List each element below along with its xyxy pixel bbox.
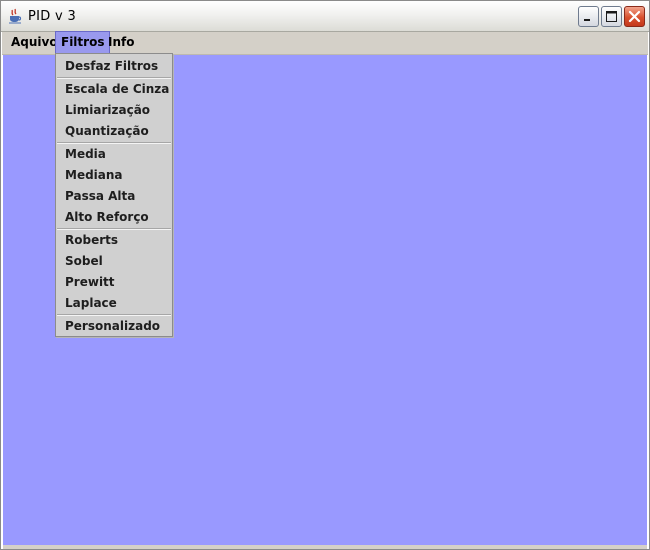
- menu-filtros[interactable]: Filtros: [54, 31, 111, 54]
- title-bar[interactable]: PID v 3: [1, 1, 649, 32]
- menu-item-sobel[interactable]: Sobel: [56, 251, 172, 272]
- maximize-icon: [606, 11, 617, 22]
- menu-item-personalizado[interactable]: Personalizado: [56, 316, 172, 337]
- maximize-button[interactable]: [601, 6, 622, 27]
- menu-bar: Aquivo Filtros Info: [2, 31, 648, 55]
- window-bottom-border: [3, 545, 647, 549]
- filtros-dropdown-menu: Desfaz Filtros Escala de Cinza Limiariza…: [55, 53, 173, 337]
- close-button[interactable]: [624, 6, 645, 27]
- java-coffee-icon: [9, 8, 22, 24]
- menu-item-escala-de-cinza[interactable]: Escala de Cinza: [56, 79, 172, 100]
- menu-item-media[interactable]: Media: [56, 144, 172, 165]
- menu-item-prewitt[interactable]: Prewitt: [56, 272, 172, 293]
- close-icon: [628, 10, 641, 23]
- menu-info[interactable]: Info: [103, 32, 139, 53]
- menu-item-alto-reforco[interactable]: Alto Reforço: [56, 207, 172, 228]
- menu-item-passa-alta[interactable]: Passa Alta: [56, 186, 172, 207]
- minimize-button[interactable]: [578, 6, 599, 27]
- menu-item-desfaz-filtros[interactable]: Desfaz Filtros: [56, 56, 172, 77]
- menu-item-quantizacao[interactable]: Quantização: [56, 121, 172, 142]
- window-title: PID v 3: [28, 9, 77, 24]
- menu-aquivo[interactable]: Aquivo: [6, 32, 63, 53]
- menu-item-mediana[interactable]: Mediana: [56, 165, 172, 186]
- menu-item-roberts[interactable]: Roberts: [56, 230, 172, 251]
- menu-item-limiarizacao[interactable]: Limiarização: [56, 100, 172, 121]
- menu-item-laplace[interactable]: Laplace: [56, 293, 172, 314]
- minimize-icon: [584, 19, 590, 21]
